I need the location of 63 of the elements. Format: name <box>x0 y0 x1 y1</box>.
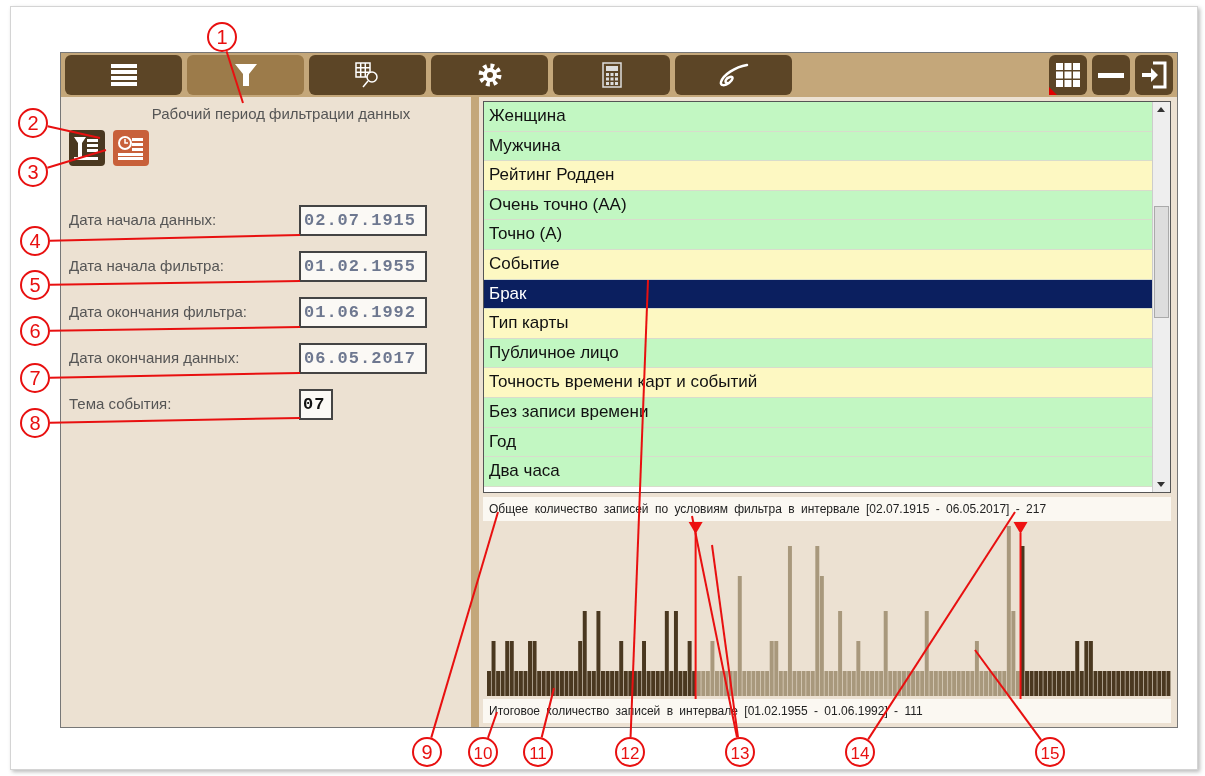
toolbar-tab[interactable] <box>675 55 792 95</box>
callout-marker: 15 <box>1035 737 1065 767</box>
input-field[interactable]: 01.06.1992 <box>299 296 427 329</box>
toolbar-tab[interactable] <box>553 55 670 95</box>
clock-list-icon <box>118 134 144 161</box>
callout-marker: 7 <box>20 363 50 393</box>
input-field[interactable]: 06.05.2017 <box>299 342 427 375</box>
exit-button[interactable] <box>1135 55 1173 95</box>
callout-marker: 10 <box>468 737 498 767</box>
field-label: Дата начала данных: <box>69 210 217 231</box>
list-item[interactable]: Рейтинг Родден <box>484 161 1152 191</box>
minimize-button[interactable] <box>1092 55 1130 95</box>
list-item[interactable]: Точно (А) <box>484 220 1152 250</box>
leader-line <box>46 149 107 169</box>
toolbar-tab[interactable] <box>431 55 548 95</box>
list-item[interactable]: Два часа <box>484 457 1152 487</box>
callout-marker: 12 <box>615 737 645 767</box>
range-handle[interactable] <box>1013 522 1028 699</box>
filter-list-icon <box>74 134 100 161</box>
callout-marker: 6 <box>20 316 50 346</box>
calculator-icon <box>601 62 622 88</box>
list-item[interactable]: Мужчина <box>484 131 1152 162</box>
callout-marker: 2 <box>18 108 48 138</box>
grid-search-icon <box>354 62 381 88</box>
leader-line <box>225 50 244 104</box>
range-handle[interactable] <box>688 522 703 699</box>
scrollbar[interactable] <box>1152 102 1170 492</box>
callout-marker: 14 <box>845 737 875 767</box>
input-field[interactable]: 01.02.1955 <box>299 250 427 283</box>
grid-button[interactable] <box>1049 55 1087 95</box>
leader-line <box>46 125 101 139</box>
filter-icon <box>234 63 257 87</box>
callout-marker: 4 <box>20 226 50 256</box>
field-label: Дата начала фильтра: <box>69 256 224 277</box>
list-item[interactable]: Публичное лицо <box>484 338 1152 369</box>
callout-marker: 3 <box>18 157 48 187</box>
toolbar-tab[interactable] <box>65 55 182 95</box>
panel-title: Рабочий период фильтрации данных <box>150 104 412 124</box>
input-field[interactable]: 02.07.1915 <box>299 204 427 237</box>
scrollbar-thumb[interactable] <box>1154 206 1169 318</box>
toolbar-tab[interactable] <box>309 55 426 95</box>
callout-marker: 1 <box>207 22 237 52</box>
list-item[interactable]: Год <box>484 427 1152 458</box>
callout-marker: 13 <box>725 737 755 767</box>
settings-icon <box>477 63 502 87</box>
list-item[interactable]: Брак <box>484 279 1152 310</box>
grid-icon <box>1055 62 1081 88</box>
list-item[interactable]: Тип карты <box>484 309 1152 339</box>
field-label: Дата окончания фильтра: <box>69 302 248 323</box>
minimize-icon <box>1098 72 1124 78</box>
list-item[interactable]: Очень точно (АА) <box>484 190 1152 221</box>
list-item[interactable]: Событие <box>484 249 1152 280</box>
field-label: Тема события: <box>69 394 172 415</box>
exit-icon <box>1141 61 1167 89</box>
toolbar-tab[interactable] <box>187 55 304 95</box>
callout-marker: 9 <box>412 737 442 767</box>
callout-marker: 11 <box>523 737 553 767</box>
callout-marker: 8 <box>20 408 50 438</box>
list-item[interactable]: Женщина <box>484 102 1152 132</box>
callout-marker: 5 <box>20 270 50 300</box>
menu-icon <box>110 63 137 87</box>
input-field[interactable]: 07 <box>299 388 333 421</box>
field-label: Дата окончания данных: <box>69 348 240 369</box>
